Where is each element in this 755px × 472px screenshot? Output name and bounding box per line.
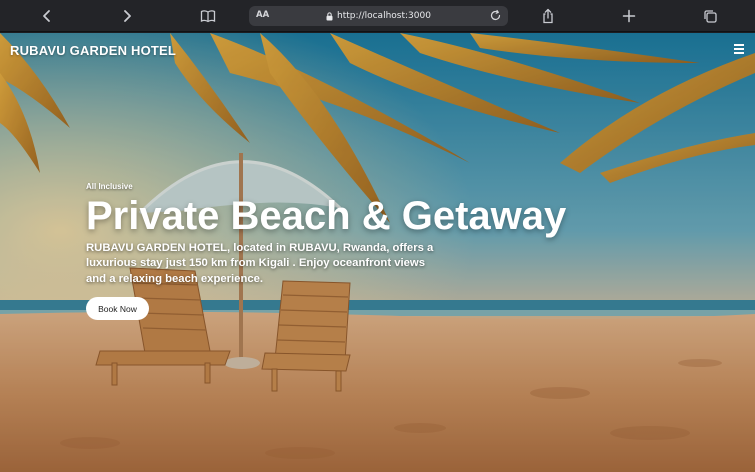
book-now-button[interactable]: Book Now <box>86 297 149 320</box>
lock-icon <box>326 11 333 21</box>
tabs-icon[interactable] <box>698 4 722 28</box>
address-bar[interactable]: AA http://localhost:3000 <box>249 6 508 26</box>
text-size-button[interactable]: AA <box>256 10 269 20</box>
url-text: http://localhost:3000 <box>337 11 431 21</box>
hero-title: Private Beach & Getaway <box>86 194 567 238</box>
book-icon[interactable] <box>196 4 220 28</box>
forward-arrow-icon[interactable] <box>115 4 139 28</box>
site-header: RUBAVU GARDEN HOTEL <box>0 33 755 69</box>
plus-icon[interactable] <box>617 4 641 28</box>
hero-eyebrow: All Inclusive <box>86 182 133 191</box>
reload-icon[interactable] <box>489 9 502 22</box>
site-logo-text[interactable]: RUBAVU GARDEN HOTEL <box>10 43 176 58</box>
page-viewport: RUBAVU GARDEN HOTEL All Inclusive Privat… <box>0 33 755 472</box>
back-arrow-icon[interactable] <box>35 4 59 28</box>
hamburger-menu-icon[interactable] <box>734 44 746 55</box>
hero-description: RUBAVU GARDEN HOTEL, located in RUBAVU, … <box>86 242 434 285</box>
hero-section: All Inclusive Private Beach & Getaway RU… <box>86 182 606 320</box>
share-icon[interactable] <box>536 4 560 28</box>
browser-toolbar: AA http://localhost:3000 <box>0 0 755 32</box>
